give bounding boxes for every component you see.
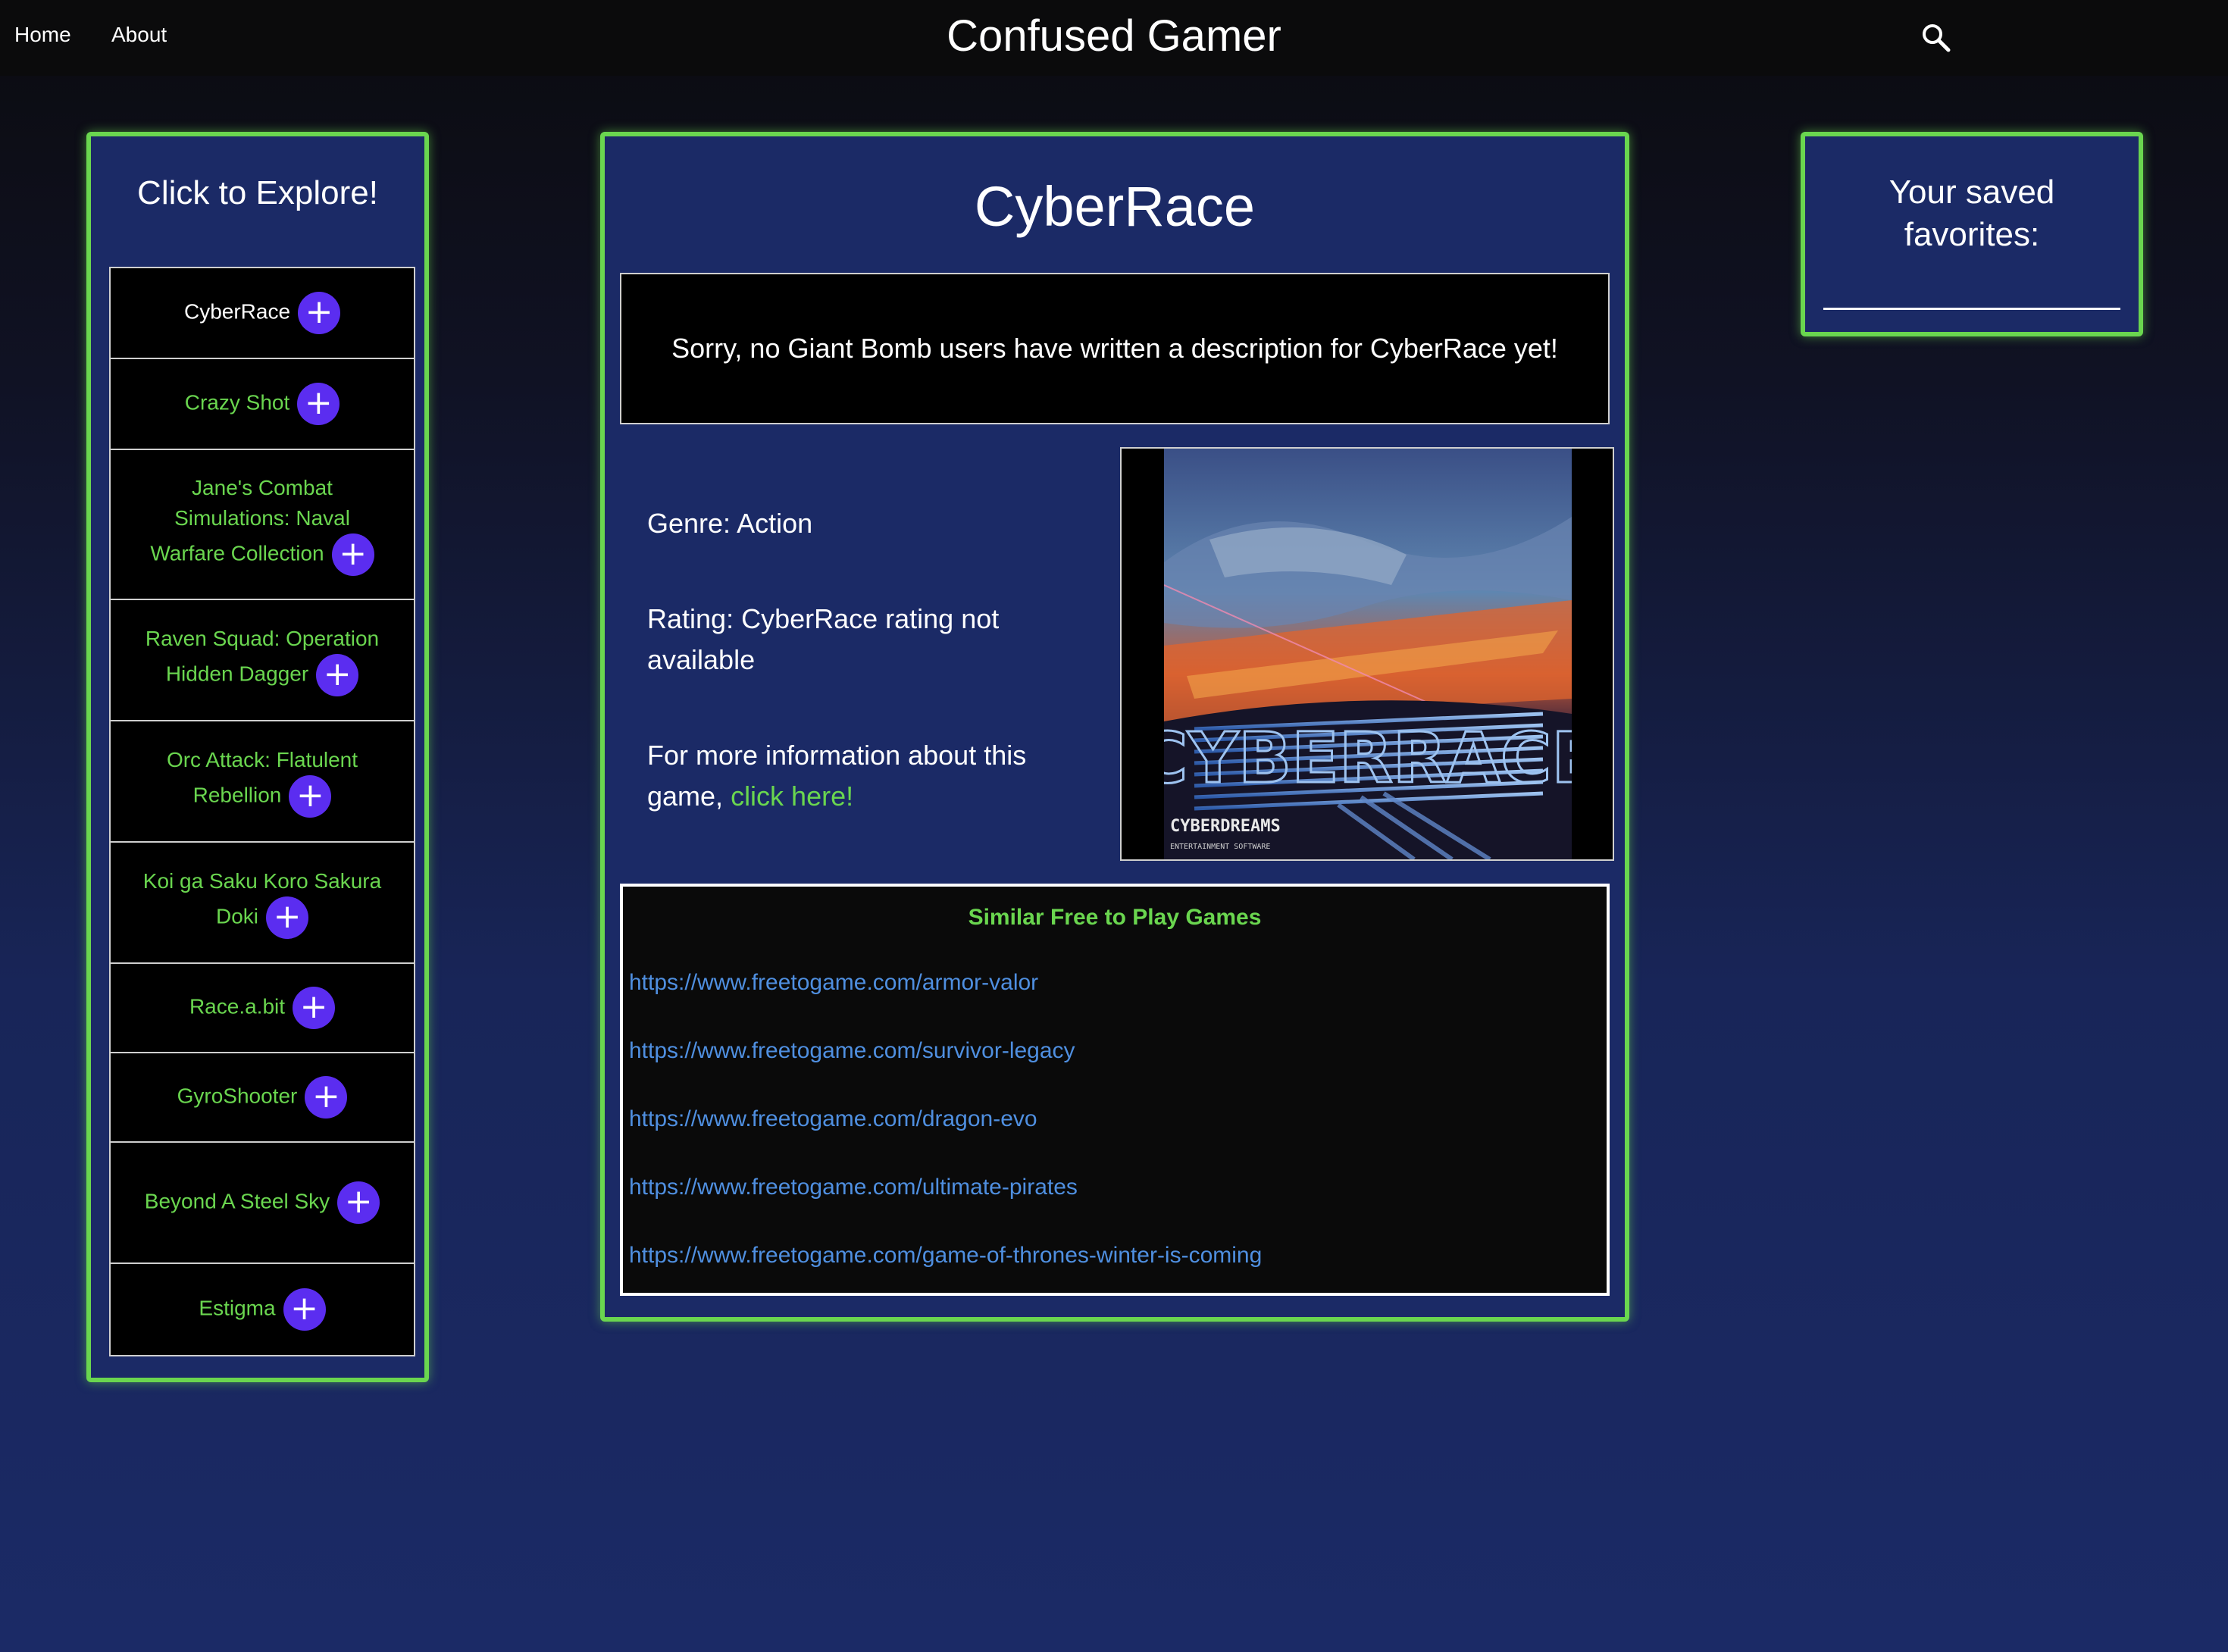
game-list-item-content: CyberRace + (184, 292, 341, 334)
game-list-item-content: Estigma + (199, 1288, 326, 1331)
similar-games-box: Similar Free to Play Games https://www.f… (620, 884, 1610, 1296)
game-name[interactable]: Race.a.bit (189, 994, 285, 1018)
game-list-item[interactable]: Race.a.bit + (111, 964, 414, 1053)
game-genre: Genre: Action (647, 508, 813, 539)
add-favorite-button[interactable]: + (297, 383, 340, 425)
game-description: Sorry, no Giant Bomb users have written … (671, 333, 1558, 364)
game-list-item[interactable]: Crazy Shot + (111, 359, 414, 450)
game-list-item-content: Raven Squad: Operation Hidden Dagger + (135, 624, 390, 696)
game-name[interactable]: GyroShooter (177, 1084, 298, 1107)
more-info-link[interactable]: click here! (731, 781, 853, 812)
top-navbar: Home About Confused Gamer (0, 0, 2228, 76)
game-name[interactable]: Beyond A Steel Sky (145, 1189, 330, 1212)
game-cover-image: CYBERRACE CYBERDREAMS ENTERTAINMENT SOFT… (1164, 449, 1572, 859)
cover-logo-text: CYBERRACE (1164, 718, 1572, 799)
similar-game-link[interactable]: https://www.freetogame.com/dragon-evo (629, 1106, 1037, 1132)
add-favorite-button[interactable]: + (305, 1076, 348, 1119)
game-list-item[interactable]: CyberRace + (111, 268, 414, 359)
game-list-item[interactable]: Orc Attack: Flatulent Rebellion + (111, 721, 414, 843)
game-name[interactable]: Estigma (199, 1296, 275, 1319)
search-icon[interactable] (1920, 21, 1953, 55)
game-list-item[interactable]: Estigma + (111, 1264, 414, 1355)
add-favorite-button[interactable]: + (337, 1181, 380, 1224)
cover-publisher-sub: ENTERTAINMENT SOFTWARE (1170, 843, 1270, 851)
explore-title: Click to Explore! (137, 174, 378, 211)
game-name[interactable]: Crazy Shot (185, 390, 290, 414)
game-list-item-content: Beyond A Steel Sky + (145, 1181, 380, 1224)
favorites-title: Your saved favorites: (1888, 174, 2055, 253)
game-description-box: Sorry, no Giant Bomb users have written … (620, 273, 1610, 424)
game-name[interactable]: Jane's Combat Simulations: Naval Warfare… (150, 476, 350, 565)
game-title: CyberRace (974, 175, 1256, 238)
explore-panel: Click to Explore! CyberRace + Crazy Shot + J… (86, 132, 429, 1382)
game-list: CyberRace + Crazy Shot + Jane's Combat Simul… (109, 267, 415, 1356)
game-list-item[interactable]: GyroShooter + (111, 1053, 414, 1143)
game-list-item[interactable]: Jane's Combat Simulations: Naval Warfare… (111, 450, 414, 600)
similar-game-link[interactable]: https://www.freetogame.com/ultimate-pira… (629, 1175, 1078, 1200)
similar-game-link[interactable]: https://www.freetogame.com/game-of-thron… (629, 1243, 1262, 1269)
game-list-item-content: Koi ga Saku Koro Sakura Doki + (135, 866, 390, 939)
game-list-item-content: GyroShooter + (177, 1076, 348, 1119)
more-info-text: For more information about this game, cl… (647, 735, 1102, 817)
game-name[interactable]: CyberRace (184, 299, 290, 323)
add-favorite-button[interactable]: + (316, 654, 359, 696)
game-list-item-content: Orc Attack: Flatulent Rebellion + (135, 745, 390, 818)
site-title: Confused Gamer (947, 11, 1281, 61)
game-detail-panel: CyberRace Sorry, no Giant Bomb users hav… (600, 132, 1629, 1322)
game-list-item[interactable]: Raven Squad: Operation Hidden Dagger + (111, 600, 414, 721)
game-list-item-content: Race.a.bit + (189, 987, 336, 1029)
add-favorite-button[interactable]: + (289, 775, 332, 818)
similar-game-link[interactable]: https://www.freetogame.com/armor-valor (629, 970, 1038, 996)
cover-publisher-text: CYBERDREAMS (1170, 817, 1281, 836)
add-favorite-button[interactable]: + (331, 533, 374, 576)
similar-games-title: Similar Free to Play Games (968, 905, 1262, 930)
game-list-item[interactable]: Beyond A Steel Sky + (111, 1143, 414, 1264)
add-favorite-button[interactable]: + (283, 1288, 326, 1331)
game-list-item-content: Crazy Shot + (185, 383, 340, 425)
add-favorite-button[interactable]: + (298, 292, 341, 334)
favorites-panel: Your saved favorites: (1801, 132, 2143, 336)
similar-game-link[interactable]: https://www.freetogame.com/survivor-lega… (629, 1038, 1075, 1064)
game-list-item[interactable]: Koi ga Saku Koro Sakura Doki + (111, 843, 414, 964)
game-name[interactable]: Koi ga Saku Koro Sakura Doki (143, 869, 381, 928)
add-favorite-button[interactable]: + (293, 987, 336, 1029)
favorites-divider (1823, 308, 2120, 310)
game-list-item-content: Jane's Combat Simulations: Naval Warfare… (135, 473, 390, 576)
game-rating: Rating: CyberRace rating not available (647, 603, 1000, 675)
game-cover-frame: CYBERRACE CYBERDREAMS ENTERTAINMENT SOFT… (1120, 447, 1614, 861)
add-favorite-button[interactable]: + (266, 896, 308, 939)
